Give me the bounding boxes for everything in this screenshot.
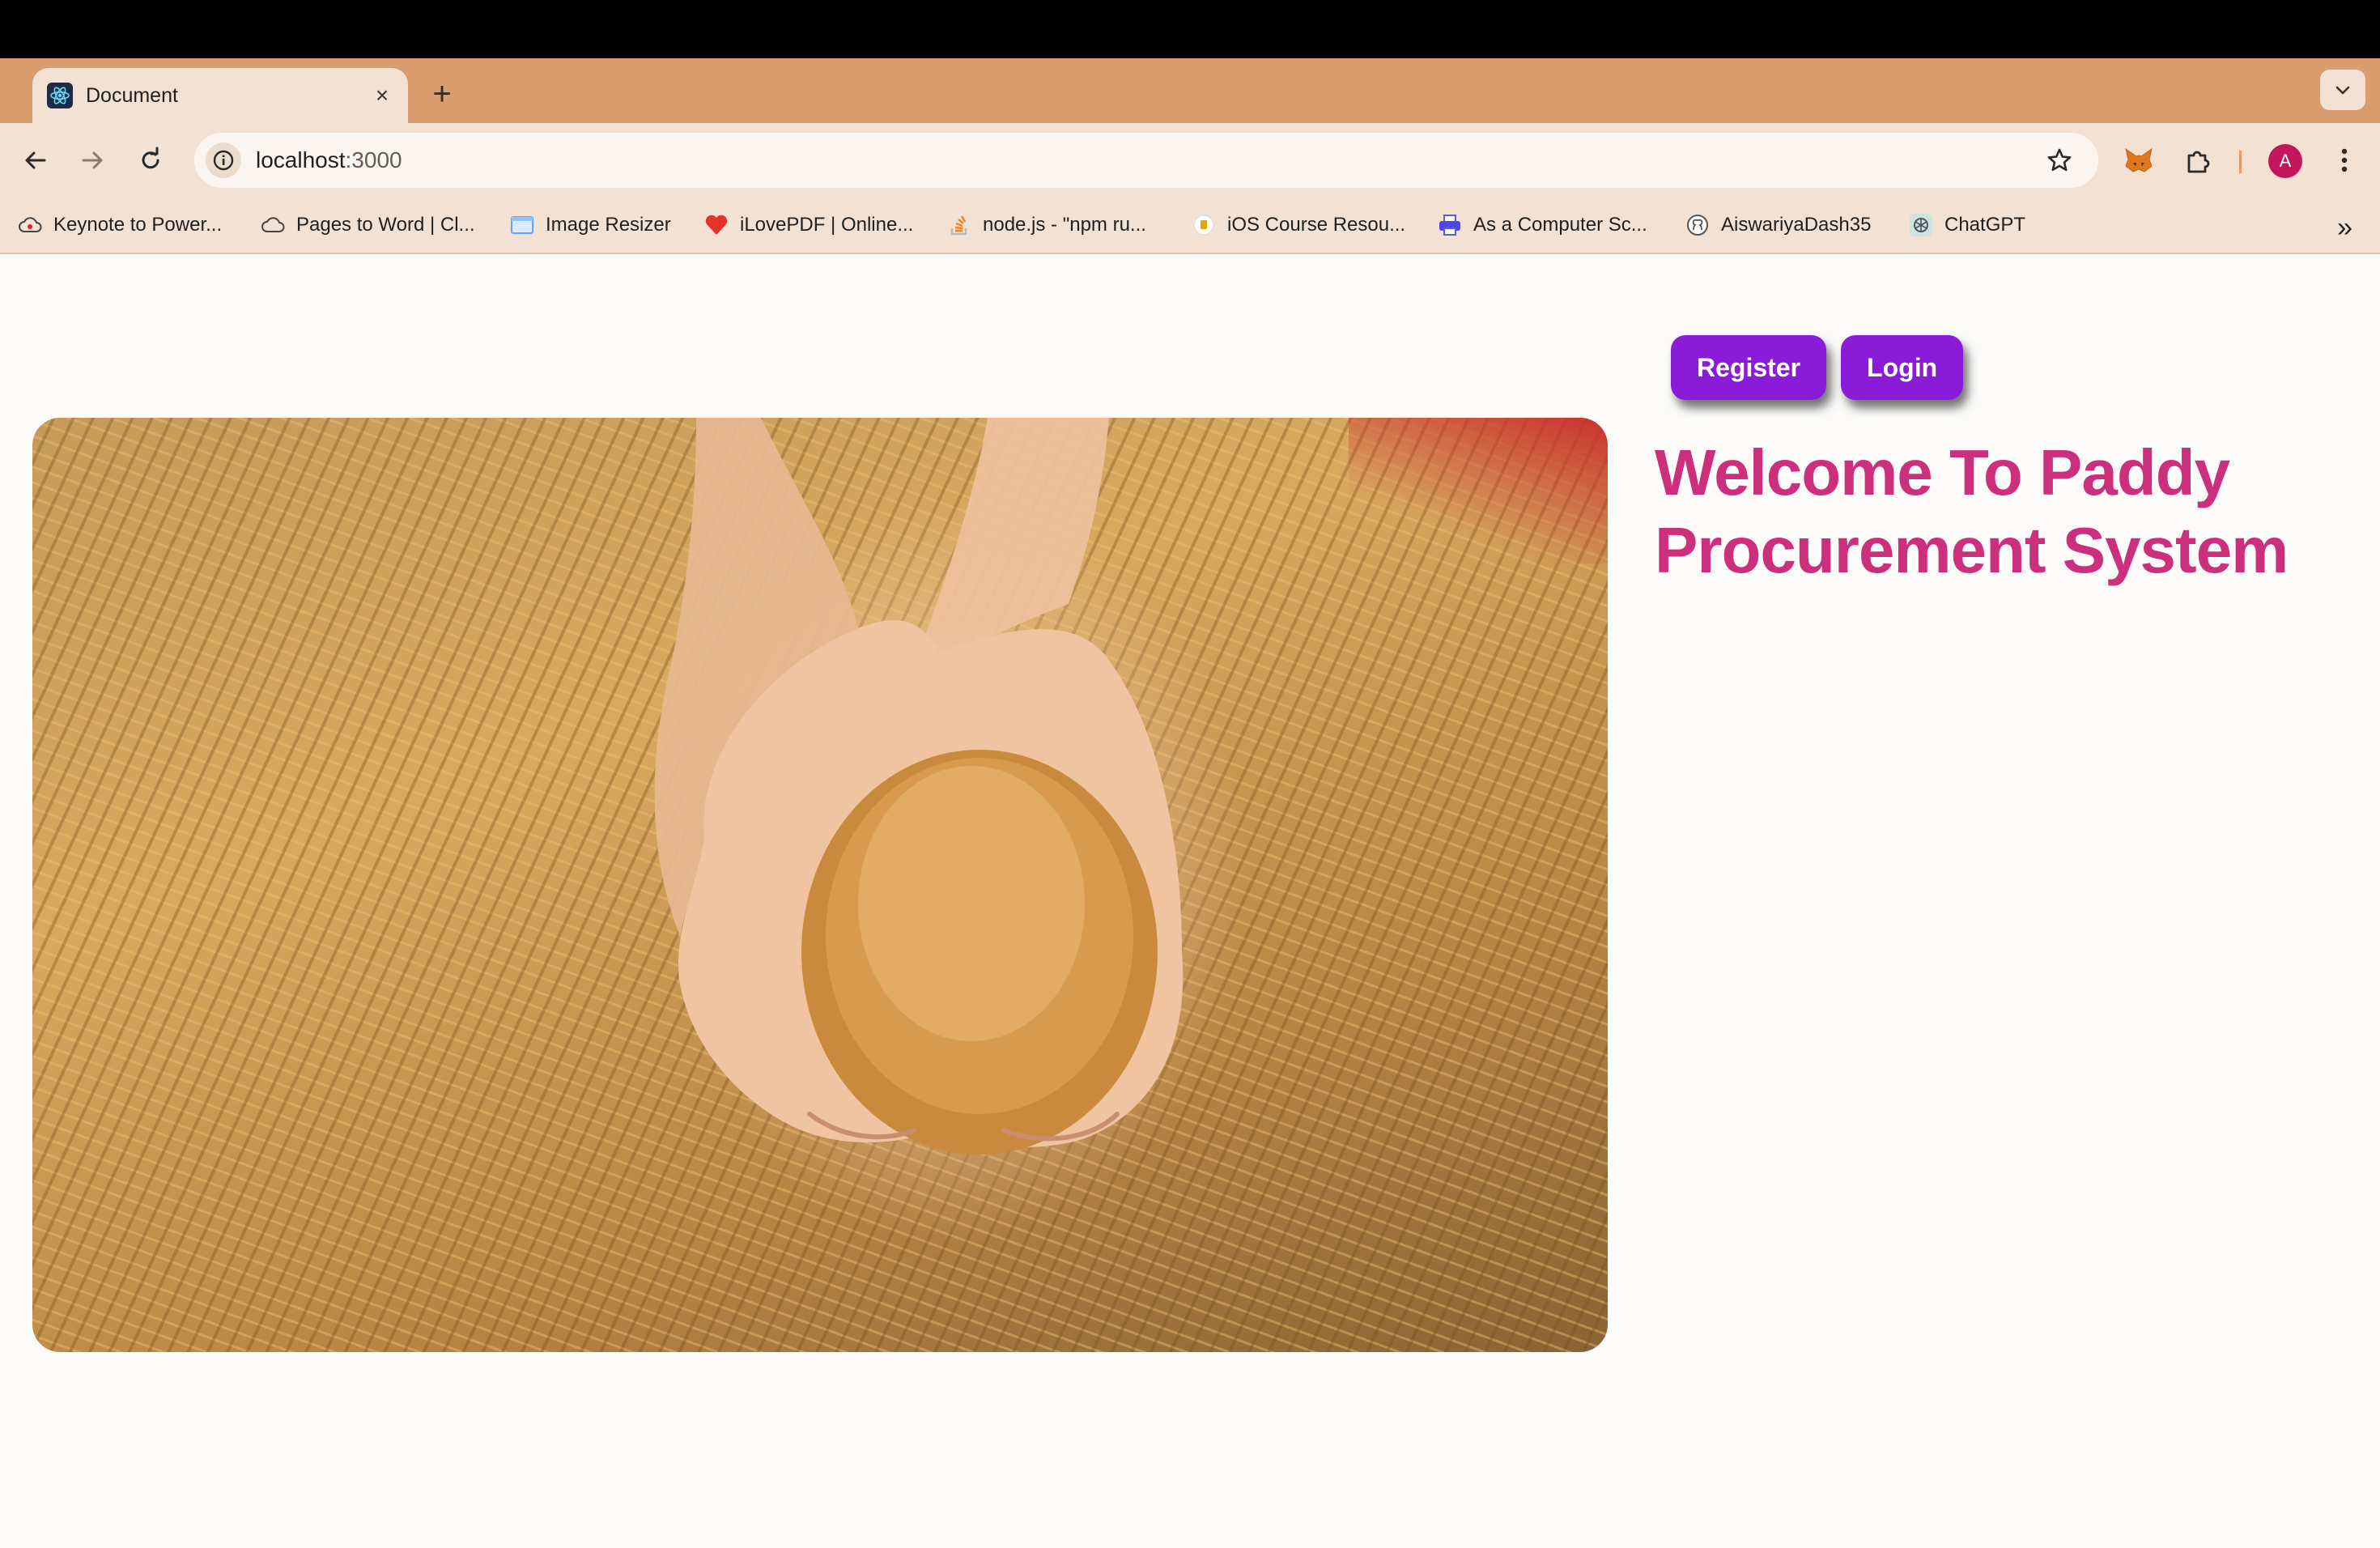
bookmark-item[interactable]: AiswariyaDash35 <box>1685 209 1871 241</box>
chevron-down-icon <box>2335 86 2350 95</box>
toolbar-separator <box>2239 151 2242 173</box>
cloud-icon <box>261 213 285 237</box>
bookmark-item[interactable]: ChatGPT <box>1909 209 2025 241</box>
screen-top-bar <box>0 0 2380 58</box>
bookmark-item[interactable]: node.js - "npm ru... <box>947 209 1146 241</box>
arrow-left-icon <box>25 151 46 169</box>
stackoverflow-icon <box>947 213 971 237</box>
bookmark-label: iLovePDF | Online... <box>740 214 914 236</box>
register-button[interactable]: Register <box>1671 335 1827 400</box>
bookmark-label: Image Resizer <box>546 214 671 236</box>
bookmarks-overflow-icon[interactable]: » <box>2337 212 2352 244</box>
tab-search-button[interactable] <box>2320 70 2365 110</box>
bookmarks-bar: Keynote to Power... Pages to Word | Cl..… <box>0 198 2380 254</box>
reload-icon <box>142 147 159 169</box>
page-title: Welcome To Paddy Procurement System <box>1655 436 2289 586</box>
bookmark-label: Pages to Word | Cl... <box>296 214 475 236</box>
bookmark-label: ChatGPT <box>1944 214 2026 236</box>
bookmark-star-icon[interactable] <box>2042 142 2077 178</box>
bookmark-label: node.js - "npm ru... <box>983 214 1146 236</box>
tab-title: Document <box>86 83 178 107</box>
close-icon[interactable]: × <box>366 79 398 112</box>
cupped-hands-grain-illustration <box>654 418 1184 1155</box>
url-port: :3000 <box>345 147 402 172</box>
bookmark-label: AiswariyaDash35 <box>1721 214 1872 236</box>
bookmark-item[interactable]: Pages to Word | Cl... <box>261 209 475 241</box>
chatgpt-icon <box>1909 213 1933 237</box>
cloud-icon <box>18 213 42 237</box>
bookmark-item[interactable]: iOS Course Resou... <box>1192 209 1405 241</box>
printer-icon <box>1438 213 1462 237</box>
browser-tab[interactable]: Document × <box>32 68 408 123</box>
metamask-fox-icon[interactable] <box>2116 138 2161 183</box>
bookmark-item[interactable]: As a Computer Sc... <box>1438 209 1647 241</box>
bookmark-label: As a Computer Sc... <box>1473 214 1647 236</box>
tab-strip: Document × + <box>0 58 2380 123</box>
back-button[interactable] <box>13 138 58 183</box>
url-host: localhost <box>256 147 346 172</box>
hero-image-paddy-hands <box>32 418 1608 1352</box>
heart-icon <box>704 213 729 237</box>
profile-avatar[interactable]: A <box>2268 144 2302 178</box>
url-text: localhost:3000 <box>256 147 402 173</box>
kebab-menu-icon[interactable] <box>2322 138 2367 183</box>
react-icon <box>47 83 73 108</box>
github-icon <box>1685 213 1710 237</box>
browser-toolbar: localhost:3000 <box>0 123 2380 198</box>
bookmark-label: iOS Course Resou... <box>1227 214 1406 236</box>
bookmark-label: Keynote to Power... <box>53 214 223 236</box>
arrow-right-icon <box>82 151 103 169</box>
reload-button[interactable] <box>128 138 173 183</box>
forward-button[interactable] <box>70 138 115 183</box>
site-info-icon[interactable] <box>206 142 241 178</box>
address-bar[interactable]: localhost:3000 <box>194 133 2098 188</box>
image-icon <box>510 213 534 237</box>
login-button[interactable]: Login <box>1841 335 1964 400</box>
auth-button-group: Register Login <box>1671 335 1964 400</box>
bookmark-item[interactable]: iLovePDF | Online... <box>704 209 913 241</box>
bookmark-item[interactable]: Image Resizer <box>510 209 671 241</box>
course-icon <box>1192 213 1216 237</box>
new-tab-button[interactable]: + <box>423 74 461 113</box>
extensions-puzzle-icon[interactable] <box>2176 138 2221 183</box>
bookmark-item[interactable]: Keynote to Power... <box>18 209 222 241</box>
